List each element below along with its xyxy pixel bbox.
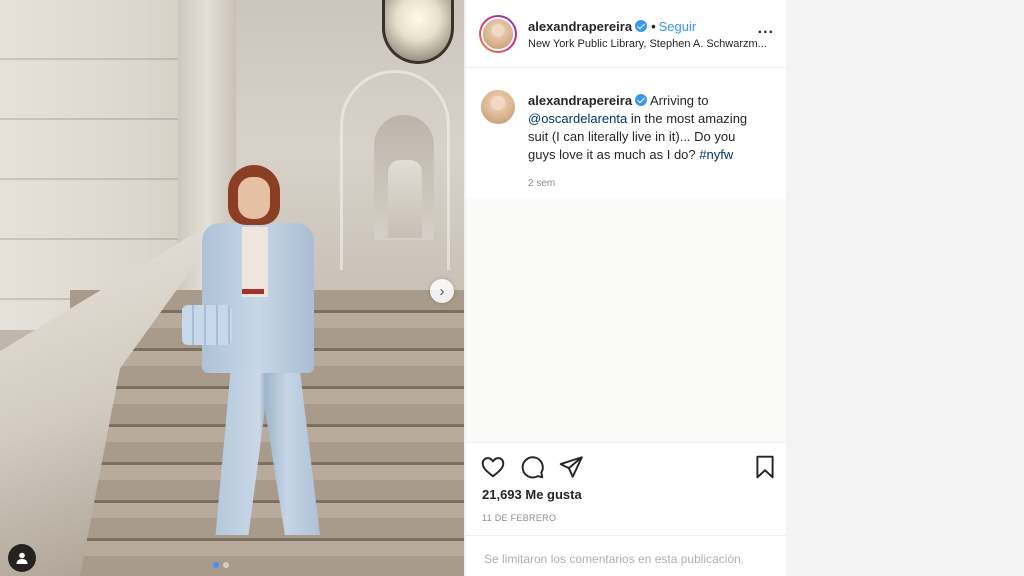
post-date[interactable]: 11 DE FEBRERO [482,513,556,523]
hashtag-link[interactable]: #nyfw [699,147,733,162]
carousel-dot [223,562,229,568]
handbag [182,305,232,345]
caption-part: Arriving to [647,93,709,108]
avatar[interactable] [479,88,517,126]
verified-badge-icon [635,20,648,32]
header-user-line: alexandrapereira • Seguir [528,19,696,34]
caption-username[interactable]: alexandrapereira [528,93,632,108]
post-details-panel: alexandrapereira • Seguir New York Public … [465,0,786,576]
user-tag-icon [16,552,28,564]
post-photo[interactable]: › [0,0,464,576]
heart-icon[interactable] [480,454,506,480]
user-tag-button[interactable] [8,544,36,572]
woman-in-suit [180,165,340,555]
ellipsis-icon: ... [757,20,774,37]
caption-comment: alexandrapereira Arriving to @oscardelar… [466,68,786,198]
chevron-right-icon: › [439,282,445,300]
post-header: alexandrapereira • Seguir New York Public … [466,0,786,68]
mention-link[interactable]: @oscardelarenta [528,111,627,126]
paper-plane-icon[interactable] [558,454,584,480]
follow-button[interactable]: Seguir [659,19,697,34]
comments-disabled-text: Se limitaron los comentarios en esta pub… [484,552,745,566]
likes-count[interactable]: 21,693 Me gusta [482,487,582,502]
comment-icon[interactable] [519,454,545,480]
caption-timestamp[interactable]: 2 sem [528,178,770,189]
location-link[interactable]: New York Public Library, Stephen A. Schw… [528,38,774,50]
more-options-button[interactable]: ... [758,20,774,38]
bookmark-icon[interactable] [752,454,778,480]
statue [388,160,422,238]
avatar[interactable] [479,15,517,53]
carousel-next-button[interactable]: › [430,279,454,303]
verified-badge-icon [635,94,648,106]
comments-area [466,198,786,442]
carousel-dot [213,562,219,568]
carousel-indicator [213,562,229,568]
comments-disabled-bar: Se limitaron los comentarios en esta pub… [466,535,786,576]
separator: • [651,19,656,34]
caption-text: alexandrapereira Arriving to @oscardelar… [528,92,753,164]
action-bar [466,442,786,490]
username-link[interactable]: alexandrapereira [528,19,632,34]
